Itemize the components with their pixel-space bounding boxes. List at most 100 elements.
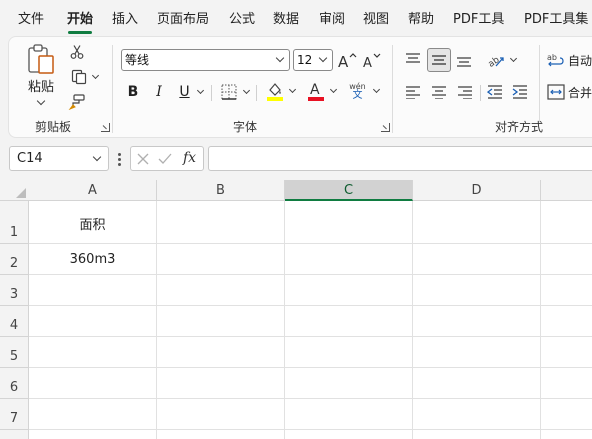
font-color-icon: A [307, 82, 324, 101]
phonetic-dropdown-chevron-icon[interactable] [372, 85, 380, 93]
tab-home[interactable]: 开始 [67, 10, 93, 30]
formula-bar-grip-icon[interactable] [118, 153, 121, 166]
font-size-chevron-icon[interactable] [318, 53, 328, 63]
column-header-c[interactable]: C [285, 180, 413, 201]
active-tab-indicator [68, 31, 92, 34]
format-painter-button[interactable] [66, 92, 88, 112]
group-divider-3 [539, 45, 540, 121]
merge-center-button[interactable]: 合并 [547, 81, 592, 103]
font-divider [211, 85, 212, 101]
align-middle-icon [432, 55, 446, 65]
font-name-chevron-icon[interactable] [275, 53, 285, 63]
underline-dropdown-chevron-icon[interactable] [196, 86, 204, 94]
paste-dropdown-chevron-icon[interactable] [36, 96, 46, 106]
group-divider-2 [392, 45, 393, 133]
merge-center-icon [547, 84, 565, 100]
row-header-3[interactable]: 3 [0, 275, 29, 306]
gridline [284, 201, 285, 439]
align-center-button[interactable] [428, 81, 450, 103]
tab-pdf-toolset[interactable]: PDF工具集 [524, 10, 588, 30]
decrease-font-icon: A [363, 53, 381, 69]
fill-color-button[interactable] [262, 79, 298, 103]
row-header-6[interactable]: 6 [0, 368, 29, 399]
orientation-dropdown-chevron-icon[interactable] [509, 54, 517, 62]
italic-button[interactable]: I [149, 81, 169, 103]
bold-button[interactable]: B [123, 81, 143, 103]
decrease-indent-icon [487, 85, 502, 99]
tab-formulas[interactable]: 公式 [229, 10, 255, 30]
underline-button[interactable]: U [175, 81, 207, 103]
increase-indent-button[interactable] [509, 81, 531, 103]
row-header-7[interactable]: 7 [0, 399, 29, 430]
column-header-a[interactable]: A [29, 180, 157, 201]
row-header-1[interactable]: 1 [0, 201, 29, 244]
name-box[interactable]: C14 [9, 146, 109, 171]
formula-bar: C14 fx [0, 138, 592, 180]
align-top-icon [406, 53, 420, 63]
tab-data[interactable]: 数据 [273, 10, 299, 30]
tab-help[interactable]: 帮助 [408, 10, 434, 30]
align-bottom-icon [457, 57, 471, 67]
phonetic-icon: wén 文 [349, 82, 366, 101]
cell-a1[interactable]: 面积 [29, 214, 156, 233]
paste-label: 粘贴 [27, 80, 54, 95]
fill-color-dropdown-chevron-icon[interactable] [288, 85, 296, 93]
font-color-dropdown-chevron-icon[interactable] [329, 85, 337, 93]
decrease-font-size-button[interactable]: A [362, 49, 382, 71]
font-size-combo[interactable]: 12 [293, 49, 333, 71]
align-right-button[interactable] [454, 81, 476, 103]
clipboard-launcher-icon[interactable] [101, 123, 110, 132]
increase-font-size-button[interactable]: A [337, 49, 357, 71]
insert-function-fx-icon[interactable]: fx [183, 150, 196, 166]
row-header-8[interactable] [0, 430, 29, 439]
font-name-combo[interactable]: 等线 [121, 49, 290, 71]
select-all-corner[interactable] [0, 180, 29, 201]
column-header-row: A B C D [0, 180, 592, 201]
paste-button[interactable]: 粘贴 [21, 43, 61, 113]
middle-align-button[interactable] [427, 48, 451, 72]
orientation-button[interactable]: ab [483, 49, 519, 71]
cut-button[interactable] [66, 42, 88, 62]
decrease-indent-button[interactable] [484, 81, 506, 103]
copy-button[interactable] [66, 67, 102, 87]
tab-file[interactable]: 文件 [18, 10, 44, 30]
borders-icon [221, 84, 237, 100]
enter-check-icon[interactable] [158, 153, 172, 165]
svg-text:A: A [363, 56, 372, 69]
phonetic-guide-button[interactable]: wén 文 [345, 79, 383, 103]
cancel-icon[interactable] [137, 153, 149, 165]
fill-color-icon [266, 83, 283, 101]
row-header-4[interactable]: 4 [0, 306, 29, 337]
formula-input[interactable] [208, 146, 592, 171]
tab-insert[interactable]: 插入 [112, 10, 138, 30]
align-left-button[interactable] [402, 81, 424, 103]
row-header-5[interactable]: 5 [0, 337, 29, 368]
gridline [29, 274, 592, 275]
clipboard-group-label: 剪贴板 [35, 120, 72, 134]
column-header-b[interactable]: B [157, 180, 285, 201]
gridline [540, 201, 541, 439]
bottom-align-button[interactable] [453, 49, 475, 71]
group-divider [112, 45, 113, 133]
tab-pdf-tools[interactable]: PDF工具 [453, 10, 504, 30]
font-launcher-icon[interactable] [381, 123, 390, 132]
svg-text:A: A [338, 53, 349, 69]
tab-view[interactable]: 视图 [363, 10, 389, 30]
row-header-2[interactable]: 2 [0, 244, 29, 275]
cell-a2[interactable]: 360m3 [29, 252, 156, 267]
merge-label: 合并 [568, 85, 592, 100]
borders-dropdown-chevron-icon[interactable] [242, 86, 251, 94]
tab-page-layout[interactable]: 页面布局 [157, 10, 209, 30]
gridline [29, 398, 592, 399]
column-header-e[interactable] [541, 180, 592, 201]
tab-review[interactable]: 审阅 [319, 10, 345, 30]
wrap-text-button[interactable]: ab 自动 [547, 49, 592, 71]
font-color-button[interactable]: A [303, 79, 339, 103]
gridline [29, 305, 592, 306]
borders-button[interactable] [218, 81, 252, 103]
wrap-text-label: 自动 [568, 53, 592, 68]
copy-dropdown-chevron-icon[interactable] [91, 71, 99, 80]
column-header-d[interactable]: D [413, 180, 541, 201]
top-align-button[interactable] [402, 49, 424, 71]
name-box-chevron-icon[interactable] [92, 152, 102, 162]
